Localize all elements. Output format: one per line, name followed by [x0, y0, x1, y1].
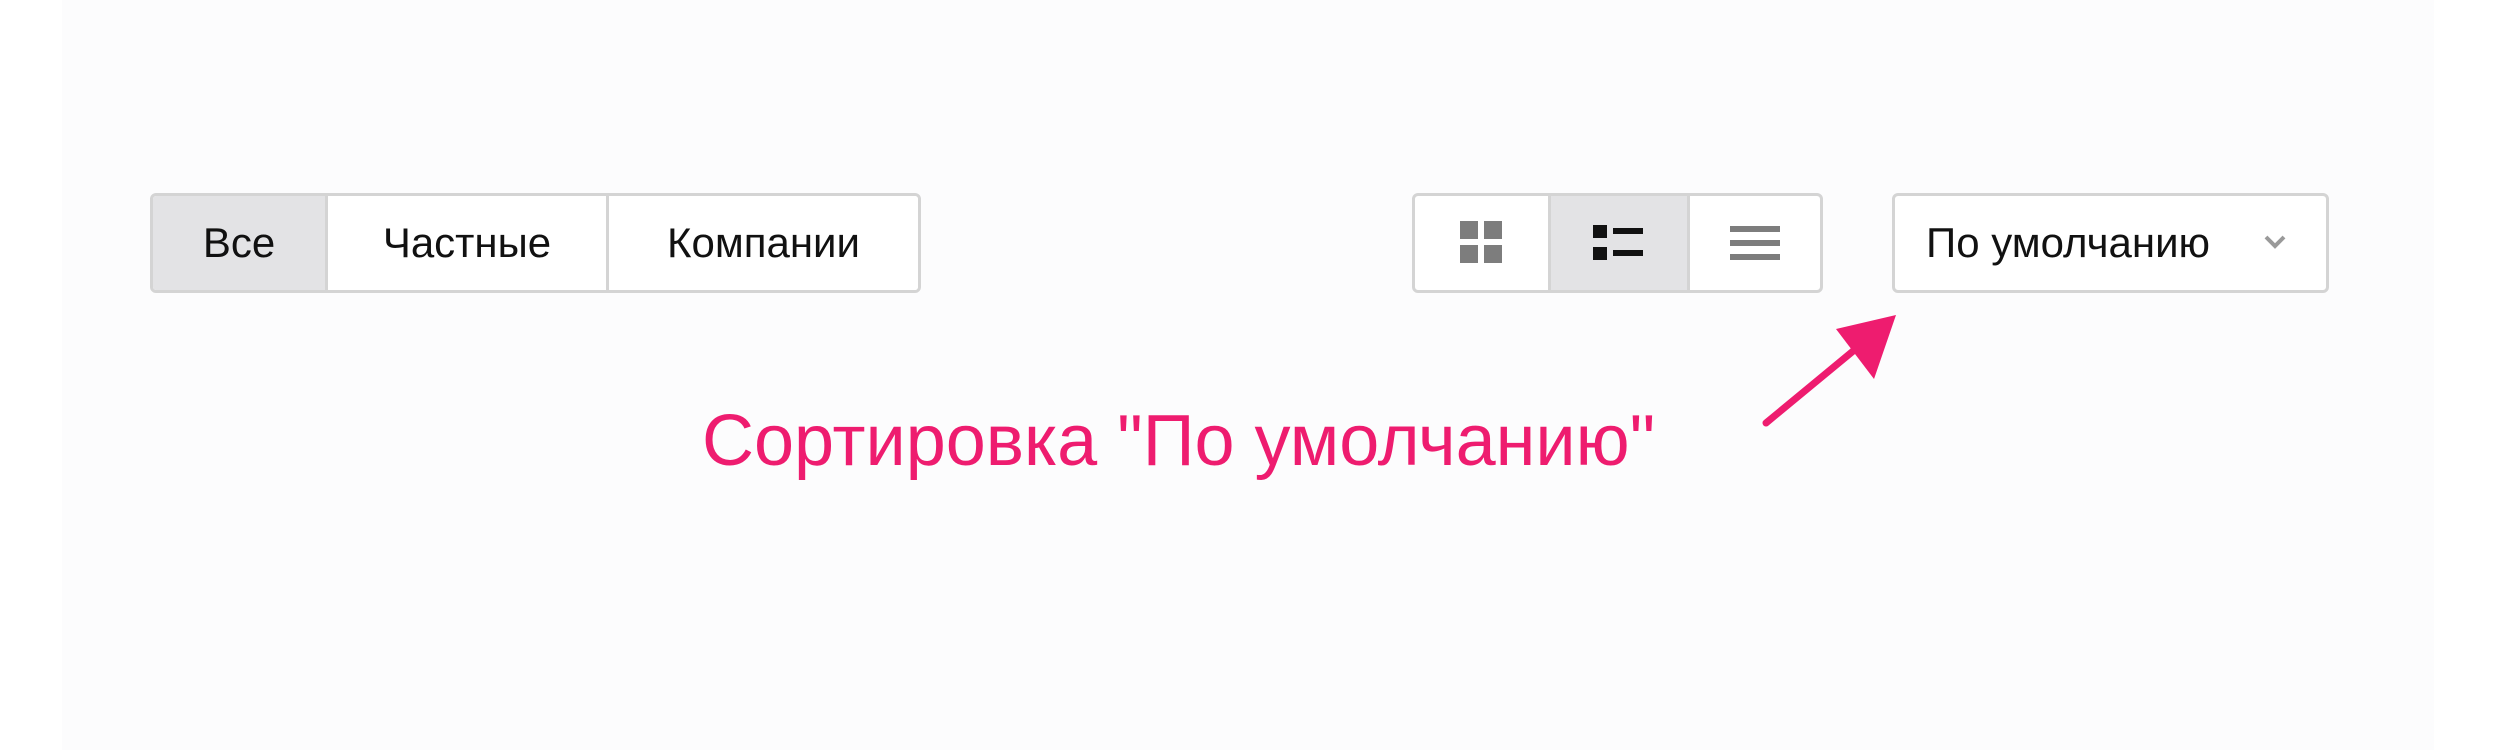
view-grid-button[interactable]	[1415, 196, 1548, 290]
annotation-text: Сортировка "По умолчанию"	[702, 401, 1656, 481]
sort-selected-value: По умолчанию	[1926, 219, 2211, 266]
view-rows-button[interactable]	[1687, 196, 1820, 290]
filter-all-button[interactable]: Все	[153, 196, 325, 290]
sort-dropdown[interactable]: По умолчанию	[1892, 193, 2329, 293]
filter-private-button[interactable]: Частные	[325, 196, 606, 290]
rows-icon	[1730, 226, 1780, 260]
annotation-arrow-icon	[1762, 315, 1896, 427]
seller-type-filter: Все Частные Компании	[150, 193, 921, 293]
chevron-down-icon	[2264, 235, 2286, 249]
filter-companies-button[interactable]: Компании	[606, 196, 918, 290]
view-mode-toggle	[1412, 193, 1823, 293]
page-panel	[62, 0, 2434, 750]
grid-icon	[1459, 221, 1502, 263]
list-icon	[1593, 225, 1643, 260]
view-list-button[interactable]	[1548, 196, 1687, 290]
